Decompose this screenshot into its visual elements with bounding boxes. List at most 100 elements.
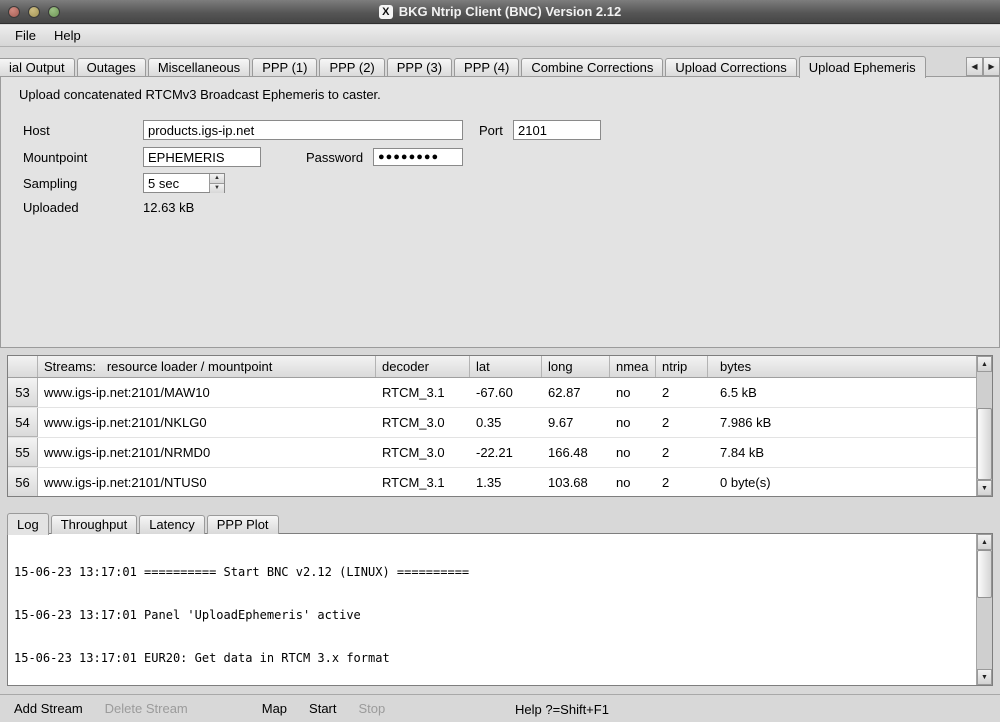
row-number: 53 [8,378,38,407]
password-input[interactable] [373,148,463,166]
port-input[interactable] [513,120,601,140]
cell-bytes: 7.986 kB [708,408,976,437]
add-stream-button[interactable]: Add Stream [3,701,94,716]
log-line: 15-06-23 13:17:01 ========== Start BNC v… [14,565,970,579]
mountpoint-label: Mountpoint [23,150,87,165]
spin-down-icon[interactable]: ▼ [210,183,224,193]
cell-nmea: no [610,378,656,407]
tab-ppp-3[interactable]: PPP (3) [387,58,452,77]
col-header-resource[interactable]: Streams: resource loader / mountpoint [38,356,376,377]
cell-nmea: no [610,468,656,496]
tab-miscellaneous[interactable]: Miscellaneous [148,58,250,77]
col-header-bytes[interactable]: bytes [708,356,976,377]
cell-resource: www.igs-ip.net:2101/MAW10 [38,378,376,407]
zoom-window-button[interactable] [48,6,60,18]
scroll-down-icon[interactable]: ▼ [977,669,992,685]
cell-bytes: 6.5 kB [708,378,976,407]
tab-upload-corrections[interactable]: Upload Corrections [665,58,796,77]
tab-combine-corrections[interactable]: Combine Corrections [521,58,663,77]
spin-up-icon[interactable]: ▲ [210,174,224,183]
log-scrollbar[interactable]: ▲ ▼ [976,534,992,685]
cell-decoder: RTCM_3.1 [376,378,470,407]
log-line: 15-06-23 13:17:01 Panel 'UploadEphemeris… [14,608,970,622]
stream-row[interactable]: 56 www.igs-ip.net:2101/NTUS0 RTCM_3.1 1.… [8,468,976,496]
cell-resource: www.igs-ip.net:2101/NKLG0 [38,408,376,437]
cell-long: 166.48 [542,438,610,467]
bottom-tab-bar: Log Throughput Latency PPP Plot [7,513,281,534]
statusbar: Add Stream Delete Stream Map Start Stop … [0,694,1000,722]
main-tab-bar: ial Output Outages Miscellaneous PPP (1)… [0,56,1000,77]
col-header-decoder[interactable]: decoder [376,356,470,377]
start-button[interactable]: Start [298,701,347,716]
window-title: BKG Ntrip Client (BNC) Version 2.12 [399,4,621,19]
sampling-spinbox[interactable]: 5 sec ▲ ▼ [143,173,225,193]
log-line: 15-06-23 13:17:01 EUR20: Get data in RTC… [14,651,970,665]
tab-ppp-1[interactable]: PPP (1) [252,58,317,77]
sampling-label: Sampling [23,176,77,191]
window-title-area: X BKG Ntrip Client (BNC) Version 2.12 [0,4,1000,19]
row-number-header [8,356,38,377]
cell-ntrip: 2 [656,408,708,437]
cell-nmea: no [610,408,656,437]
cell-decoder: RTCM_3.0 [376,408,470,437]
cell-lat: -67.60 [470,378,542,407]
tab-outages[interactable]: Outages [77,58,146,77]
stream-row[interactable]: 53 www.igs-ip.net:2101/MAW10 RTCM_3.1 -6… [8,378,976,408]
uploaded-label: Uploaded [23,200,79,215]
cell-decoder: RTCM_3.1 [376,468,470,496]
password-label: Password [306,150,363,165]
col-header-lat[interactable]: lat [470,356,542,377]
log-scrollbar-track[interactable] [977,550,992,669]
tab-scroll-right-icon[interactable]: ▶ [983,57,1000,76]
scroll-up-icon[interactable]: ▲ [977,356,992,372]
minimize-window-button[interactable] [28,6,40,18]
tab-latency[interactable]: Latency [139,515,205,534]
port-label: Port [479,123,503,138]
col-header-ntrip[interactable]: ntrip [656,356,708,377]
stream-row[interactable]: 54 www.igs-ip.net:2101/NKLG0 RTCM_3.0 0.… [8,408,976,438]
host-input[interactable] [143,120,463,140]
tab-throughput[interactable]: Throughput [51,515,138,534]
cell-nmea: no [610,438,656,467]
map-button[interactable]: Map [251,701,298,716]
stream-row[interactable]: 55 www.igs-ip.net:2101/NRMD0 RTCM_3.0 -2… [8,438,976,468]
log-scrollbar-thumb[interactable] [977,550,992,598]
streams-scrollbar-track[interactable] [977,372,992,480]
panel-description: Upload concatenated RTCMv3 Broadcast Eph… [19,87,381,102]
bnc-window: X BKG Ntrip Client (BNC) Version 2.12 Fi… [0,0,1000,722]
streams-table: Streams: resource loader / mountpoint de… [7,355,993,497]
menu-help[interactable]: Help [45,26,90,45]
sampling-spin-buttons: ▲ ▼ [209,174,224,192]
tab-serial-output[interactable]: ial Output [0,58,75,77]
cell-long: 62.87 [542,378,610,407]
mountpoint-input[interactable] [143,147,261,167]
row-number: 56 [8,468,38,496]
menubar: File Help [0,25,1000,47]
streams-scrollbar[interactable]: ▲ ▼ [976,356,992,496]
streams-scrollbar-thumb[interactable] [977,408,992,480]
cell-long: 9.67 [542,408,610,437]
tab-ppp-4[interactable]: PPP (4) [454,58,519,77]
scroll-down-icon[interactable]: ▼ [977,480,992,496]
cell-lat: 1.35 [470,468,542,496]
cell-bytes: 0 byte(s) [708,468,976,496]
tab-ppp-plot[interactable]: PPP Plot [207,515,279,534]
cell-ntrip: 2 [656,378,708,407]
tab-log[interactable]: Log [7,513,49,535]
scroll-up-icon[interactable]: ▲ [977,534,992,550]
close-window-button[interactable] [8,6,20,18]
tab-scroll-left-icon[interactable]: ◀ [966,57,983,76]
stop-button: Stop [348,701,397,716]
host-label: Host [23,123,50,138]
log-panel: 15-06-23 13:17:01 ========== Start BNC v… [7,533,993,686]
col-header-long[interactable]: long [542,356,610,377]
uploaded-value: 12.63 kB [143,200,194,215]
menu-file[interactable]: File [6,26,45,45]
tab-ppp-2[interactable]: PPP (2) [319,58,384,77]
col-header-nmea[interactable]: nmea [610,356,656,377]
help-hint: Help ?=Shift+F1 [515,702,609,717]
cell-decoder: RTCM_3.0 [376,438,470,467]
cell-ntrip: 2 [656,438,708,467]
tab-upload-ephemeris[interactable]: Upload Ephemeris [799,56,926,78]
cell-ntrip: 2 [656,468,708,496]
